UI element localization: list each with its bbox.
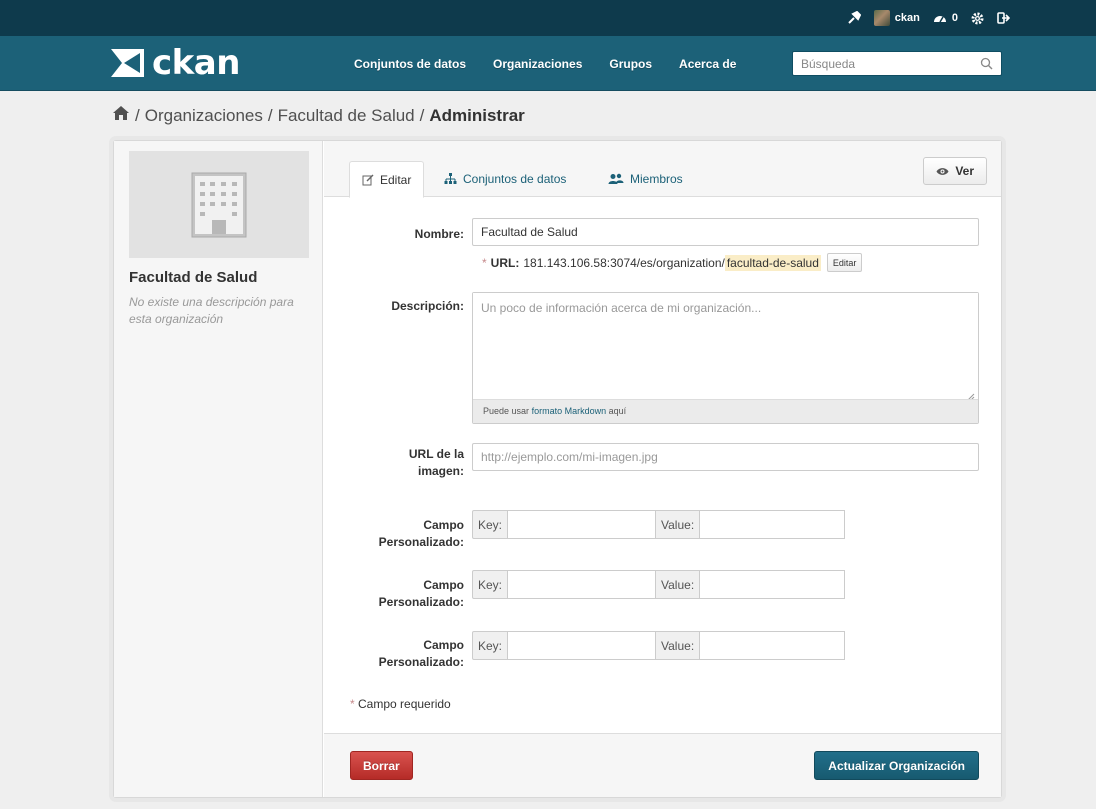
url-line: * URL: 181.143.106.58:3074/es/organizati…	[482, 253, 863, 272]
form-actions: Borrar Actualizar Organización	[324, 733, 1001, 797]
masthead: ckan Conjuntos de datos Organizaciones G…	[0, 36, 1096, 91]
custom-field-label: Campo Personalizado:	[378, 518, 464, 549]
primary-content: Editar Conjuntos de datos Miembros Ver N…	[324, 141, 1001, 797]
organization-title: Facultad de Salud	[129, 269, 258, 286]
sidebar: Facultad de Salud No existe una descripc…	[114, 141, 323, 797]
custom-key-input[interactable]	[508, 631, 657, 660]
value-addon: Value:	[656, 631, 701, 660]
tab-datasets[interactable]: Conjuntos de datos	[432, 161, 578, 197]
users-icon	[608, 173, 624, 184]
required-note: * Campo requerido	[350, 697, 451, 711]
url-slug: facultad-de-salud	[724, 254, 821, 271]
building-icon	[191, 172, 247, 237]
custom-key-input[interactable]	[508, 510, 657, 539]
nav-groups[interactable]: Grupos	[609, 57, 652, 71]
markdown-note: Puede usar formato Markdown aquí	[473, 399, 978, 423]
home-icon[interactable]	[112, 105, 130, 126]
ckan-logo-icon	[111, 49, 144, 77]
breadcrumb-organizations[interactable]: Organizaciones	[145, 106, 263, 126]
key-addon: Key:	[472, 631, 509, 660]
url-label: URL:	[490, 255, 520, 270]
nav-datasets[interactable]: Conjuntos de datos	[354, 57, 466, 71]
name-field[interactable]	[472, 218, 979, 246]
delete-button[interactable]: Borrar	[350, 751, 413, 780]
breadcrumb-separator: /	[135, 105, 140, 125]
custom-value-input[interactable]	[700, 510, 846, 539]
breadcrumb-separator: /	[267, 105, 273, 125]
tab-datasets-label: Conjuntos de datos	[463, 172, 567, 186]
image-url-field[interactable]	[472, 443, 979, 471]
edit-url-button[interactable]: Editar	[826, 253, 863, 272]
tab-members-label: Miembros	[630, 172, 683, 186]
nav-about[interactable]: Acerca de	[679, 57, 736, 71]
account-bar: ckan 0	[0, 0, 1096, 36]
breadcrumb-separator: /	[419, 105, 425, 125]
ckan-logo[interactable]: ckan	[110, 46, 240, 80]
markdown-link[interactable]: formato Markdown	[532, 406, 607, 416]
value-addon: Value:	[656, 570, 701, 599]
custom-value-input[interactable]	[700, 570, 846, 599]
markdown-note-prefix: Puede usar	[483, 406, 530, 416]
search-box	[792, 51, 1002, 76]
breadcrumb: / Organizaciones / Facultad de Salud / A…	[112, 105, 525, 126]
description-textarea[interactable]	[473, 293, 978, 400]
view-button-label: Ver	[955, 164, 974, 178]
breadcrumb-active: Administrar	[429, 105, 525, 125]
custom-field-row: Key: Value:	[472, 510, 846, 539]
search-icon[interactable]	[980, 57, 993, 73]
view-button[interactable]: Ver	[923, 157, 987, 185]
sysadmin-hammer-icon[interactable]	[847, 11, 861, 25]
user-menu-link[interactable]: ckan	[873, 10, 920, 26]
dashboard-link[interactable]: 0	[933, 12, 958, 24]
required-marker: *	[482, 255, 487, 270]
organization-image	[129, 151, 309, 258]
custom-field-row: Key: Value:	[472, 570, 846, 599]
key-addon: Key:	[472, 570, 509, 599]
tab-edit-label: Editar	[380, 172, 412, 187]
tab-edit[interactable]: Editar	[349, 161, 425, 198]
activity-count: 0	[951, 12, 958, 24]
update-organization-button[interactable]: Actualizar Organización	[814, 751, 979, 780]
sitemap-icon	[444, 173, 457, 184]
custom-field-label: Campo Personalizado:	[378, 638, 464, 669]
dashboard-icon	[933, 16, 946, 23]
required-note-text: Campo requerido	[358, 697, 451, 711]
custom-field-label: Campo Personalizado:	[378, 578, 464, 609]
organization-description: No existe una descripción para esta orga…	[129, 295, 294, 326]
tabs-bar: Editar Conjuntos de datos Miembros Ver	[324, 141, 1001, 198]
key-addon: Key:	[472, 510, 509, 539]
main-nav: Conjuntos de datos Organizaciones Grupos…	[354, 36, 763, 91]
custom-field-row: Key: Value:	[472, 631, 846, 660]
settings-gear-icon[interactable]	[971, 12, 984, 25]
tab-members[interactable]: Miembros	[596, 161, 695, 197]
custom-key-input[interactable]	[508, 570, 657, 599]
markdown-note-suffix: aquí	[608, 406, 627, 416]
breadcrumb-organization[interactable]: Facultad de Salud	[278, 106, 415, 126]
description-label: Descripción:	[391, 299, 464, 313]
description-box: Puede usar formato Markdown aquí	[472, 292, 979, 424]
logout-icon[interactable]	[997, 12, 1010, 24]
image-url-label: URL de la imagen:	[408, 447, 464, 478]
nav-organizations[interactable]: Organizaciones	[493, 57, 582, 71]
logo-text: ckan	[152, 43, 240, 83]
custom-value-input[interactable]	[700, 631, 846, 660]
search-input[interactable]	[793, 52, 973, 75]
username: ckan	[894, 12, 920, 24]
required-marker: *	[350, 697, 355, 711]
name-label: Nombre:	[414, 227, 464, 241]
value-addon: Value:	[656, 510, 701, 539]
url-base: 181.143.106.58:3074/es/organization/	[523, 255, 725, 270]
main-wrapper: Facultad de Salud No existe una descripc…	[113, 140, 1002, 798]
eye-icon	[936, 167, 949, 175]
avatar	[873, 10, 890, 26]
edit-icon	[362, 174, 374, 185]
